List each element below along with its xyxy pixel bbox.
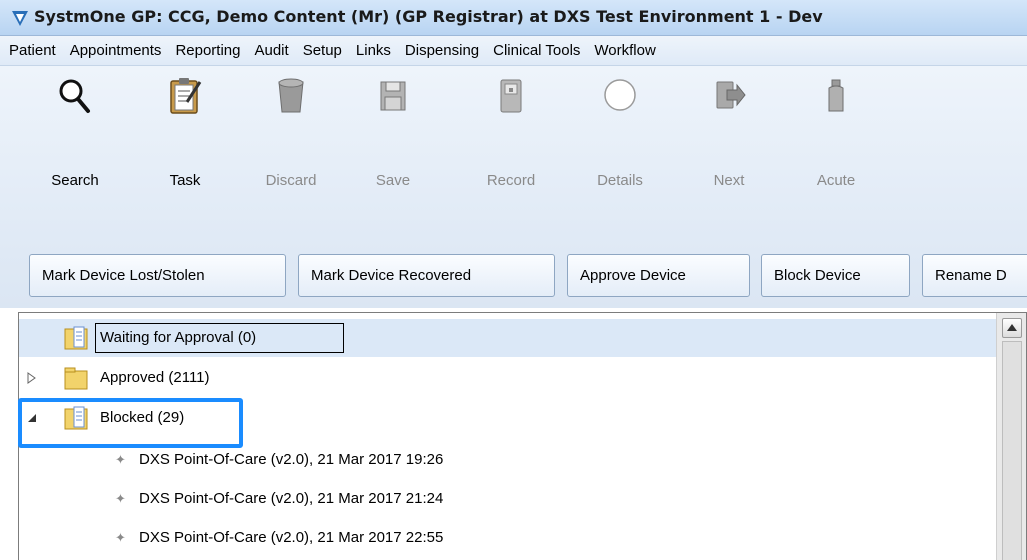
floppy-disk-icon [380,81,406,111]
device-label: DXS Point-Of-Care (v2.0), 21 Mar 2017 21… [139,490,444,507]
details-button[interactable]: Details [580,72,660,189]
record-device-icon [500,79,522,113]
search-button[interactable]: Search [35,72,115,189]
folder-icon [64,367,88,390]
bullet-icon: ✦ [115,491,126,506]
device-action-bar: Mark Device Lost/Stolen Mark Device Reco… [0,198,1027,308]
next-arrow-icon [716,81,746,109]
menu-workflow[interactable]: Workflow [587,36,662,66]
menu-setup[interactable]: Setup [296,36,349,66]
acute-label: Acute [816,172,856,189]
record-button[interactable]: Record [471,72,551,189]
details-label: Details [597,172,643,189]
tree-node-approved[interactable]: Approved (2111) [19,359,998,397]
task-button[interactable]: Task [145,72,225,189]
collapse-arrow-icon[interactable] [26,412,38,424]
device-label: DXS Point-Of-Care (v2.0), 21 Mar 2017 19… [139,451,444,468]
rename-device-button[interactable]: Rename D [922,254,1027,297]
next-label: Next [713,172,745,189]
menu-audit[interactable]: Audit [247,36,295,66]
menu-links[interactable]: Links [349,36,398,66]
menu-reporting[interactable]: Reporting [168,36,247,66]
medicine-bottle-icon [828,79,844,112]
approve-device-button[interactable]: Approve Device [567,254,750,297]
menu-patient[interactable]: Patient [0,36,63,66]
scroll-up-arrow-icon[interactable] [1002,318,1022,338]
mark-device-lost-button[interactable]: Mark Device Lost/Stolen [29,254,286,297]
tree-node-blocked[interactable]: Blocked (29) [19,399,998,437]
folder-icon [64,406,88,430]
save-label: Save [375,172,411,189]
vertical-scrollbar[interactable] [996,313,1026,560]
menu-dispensing[interactable]: Dispensing [398,36,486,66]
save-button[interactable]: Save [353,72,433,189]
folder-icon [64,326,88,350]
tree-label-waiting: Waiting for Approval (0) [100,329,257,346]
bullet-icon: ✦ [115,452,126,467]
expand-arrow-icon[interactable] [26,372,38,384]
clipboard-icon [170,78,202,114]
title-bar[interactable]: SystmOne GP: CCG, Demo Content (Mr) (GP … [0,0,1027,36]
discard-button[interactable]: Discard [251,72,331,189]
device-tree: Waiting for Approval (0) Approved (2111) [18,312,1027,560]
tree-node-waiting[interactable]: Waiting for Approval (0) [19,319,998,357]
tree-leaf-device[interactable]: ✦ DXS Point-Of-Care (v2.0), 21 Mar 2017 … [19,441,998,479]
tree-label-blocked: Blocked (29) [100,409,185,426]
magnifier-icon [59,79,90,113]
acute-button[interactable]: Acute [796,72,876,189]
block-device-button[interactable]: Block Device [761,254,910,297]
trash-bin-icon [278,78,304,113]
toolbar: Search Task Discard Save Record Details … [0,66,1027,224]
circle-icon [604,79,636,111]
record-label: Record [486,172,536,189]
next-button[interactable]: Next [689,72,769,189]
discard-label: Discard [265,172,317,189]
menu-appointments[interactable]: Appointments [63,36,169,66]
tree-leaf-device[interactable]: ✦ DXS Point-Of-Care (v2.0), 21 Mar 2017 … [19,480,998,518]
systmone-logo-icon [12,11,28,26]
menu-bar: Patient Appointments Reporting Audit Set… [0,36,1027,66]
mark-device-recovered-button[interactable]: Mark Device Recovered [298,254,555,297]
scroll-track[interactable] [1002,341,1022,560]
tree-leaf-device[interactable]: ✦ DXS Point-Of-Care (v2.0), 21 Mar 2017 … [19,519,998,557]
app-window: SystmOne GP: CCG, Demo Content (Mr) (GP … [0,0,1027,560]
bullet-icon: ✦ [115,530,126,545]
menu-clinical-tools[interactable]: Clinical Tools [486,36,587,66]
window-title: SystmOne GP: CCG, Demo Content (Mr) (GP … [34,7,823,26]
search-label: Search [51,172,99,189]
device-label: DXS Point-Of-Care (v2.0), 21 Mar 2017 22… [139,529,444,546]
task-label: Task [169,172,201,189]
tree-label-approved: Approved (2111) [100,369,210,386]
